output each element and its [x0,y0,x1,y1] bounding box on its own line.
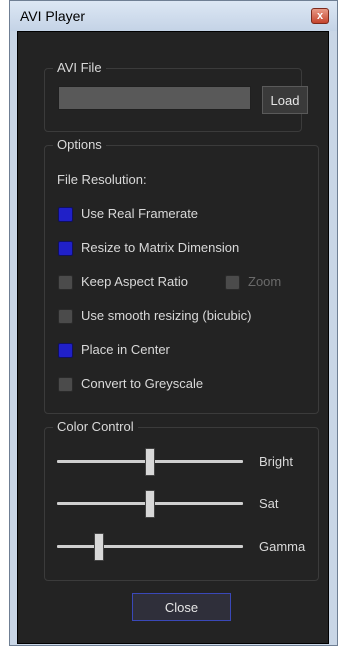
file-path-field[interactable] [58,86,251,110]
avi-player-window: AVI Player x AVI File Load Options File … [9,0,338,646]
client-area: AVI File Load Options File Resolution: U… [17,31,329,644]
gamma-slider-thumb[interactable] [93,533,104,561]
greyscale-label[interactable]: Convert to Greyscale [81,376,203,392]
load-button[interactable]: Load [262,86,308,114]
resize-to-matrix-checkbox[interactable] [58,241,73,256]
use-real-framerate-label[interactable]: Use Real Framerate [81,206,198,222]
keep-aspect-ratio-checkbox[interactable] [58,275,73,290]
use-real-framerate-checkbox[interactable] [58,207,73,222]
bright-slider-thumb[interactable] [145,448,155,476]
color-control-legend: Color Control [53,419,138,435]
load-button-label: Load [270,92,300,108]
sat-slider-thumb[interactable] [145,490,155,518]
zoom-checkbox[interactable] [225,275,240,290]
close-button[interactable]: Close [132,593,231,621]
place-in-center-checkbox[interactable] [58,343,73,358]
file-resolution-label: File Resolution: [57,172,147,187]
close-button-label: Close [164,599,199,615]
bright-label: Bright [259,454,293,469]
avi-file-legend: AVI File [53,60,106,76]
zoom-label[interactable]: Zoom [248,274,281,290]
smooth-resizing-checkbox[interactable] [58,309,73,324]
sat-label: Sat [259,496,279,511]
smooth-resizing-label[interactable]: Use smooth resizing (bicubic) [81,308,252,324]
gamma-slider-track[interactable] [57,545,243,548]
window-close-button[interactable]: x [311,8,329,24]
window-title: AVI Player [20,8,86,24]
title-bar[interactable]: AVI Player x [10,1,337,31]
options-legend: Options [53,137,106,153]
resize-to-matrix-label[interactable]: Resize to Matrix Dimension [81,240,239,256]
close-icon: x [316,10,324,22]
place-in-center-label[interactable]: Place in Center [81,342,170,358]
keep-aspect-ratio-label[interactable]: Keep Aspect Ratio [81,274,188,290]
gamma-label: Gamma [259,539,306,554]
greyscale-checkbox[interactable] [58,377,73,392]
